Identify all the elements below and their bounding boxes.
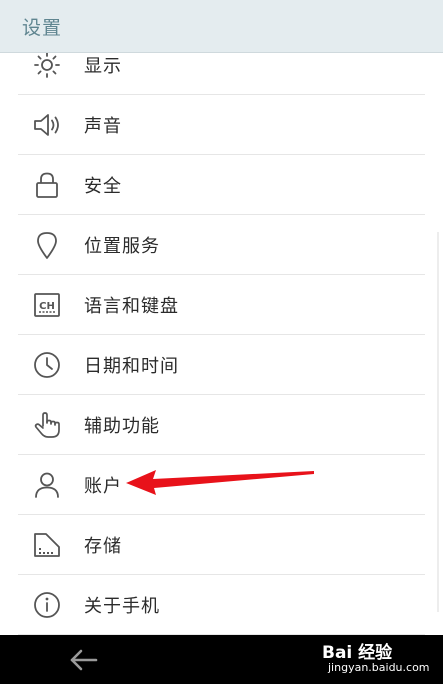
watermark-url: jingyan.baidu.com (328, 661, 430, 674)
settings-item-label: 位置服务 (84, 236, 160, 257)
settings-item-security[interactable]: 安全 (18, 155, 425, 215)
back-arrow-icon[interactable] (66, 647, 102, 673)
settings-list[interactable]: 显示 声音 安全 位置服务 CH 语言和键盘 日期和时间 辅助功能 账户 存储 … (0, 53, 443, 635)
hand-pointer-icon (32, 411, 62, 439)
person-icon (32, 471, 62, 499)
settings-item-display[interactable]: 显示 (18, 53, 425, 95)
storage-icon (32, 531, 62, 559)
settings-item-location[interactable]: 位置服务 (18, 215, 425, 275)
settings-item-label: 关于手机 (84, 596, 160, 617)
settings-item-label: 辅助功能 (84, 416, 160, 437)
settings-item-label: 存储 (84, 536, 122, 557)
settings-item-date-time[interactable]: 日期和时间 (18, 335, 425, 395)
language-icon: CH (32, 291, 62, 319)
language-icon-text: CH (39, 301, 55, 312)
annotation-arrow (126, 470, 314, 495)
settings-item-accessibility[interactable]: 辅助功能 (18, 395, 425, 455)
clock-icon (32, 351, 62, 379)
watermark: Bai 经验 jingyan.baidu.com (322, 636, 440, 680)
brightness-icon (32, 53, 62, 79)
settings-item-label: 声音 (84, 116, 122, 137)
settings-item-about-phone[interactable]: 关于手机 (18, 575, 425, 635)
settings-item-label: 安全 (84, 176, 122, 197)
settings-item-label: 显示 (84, 56, 122, 77)
speaker-icon (32, 111, 62, 139)
info-icon (32, 591, 62, 619)
location-pin-icon (32, 231, 62, 259)
settings-item-label: 日期和时间 (84, 356, 179, 377)
watermark-text: Bai 经验 (322, 643, 393, 663)
settings-item-sound[interactable]: 声音 (18, 95, 425, 155)
settings-item-label: 账户 (84, 476, 122, 497)
settings-item-label: 语言和键盘 (84, 296, 179, 317)
page-title: 设置 (22, 17, 63, 39)
settings-item-language[interactable]: CH 语言和键盘 (18, 275, 425, 335)
lock-icon (32, 171, 62, 199)
app-header: 设置 (0, 0, 443, 53)
settings-item-storage[interactable]: 存储 (18, 515, 425, 575)
scroll-indicator[interactable] (437, 232, 439, 612)
